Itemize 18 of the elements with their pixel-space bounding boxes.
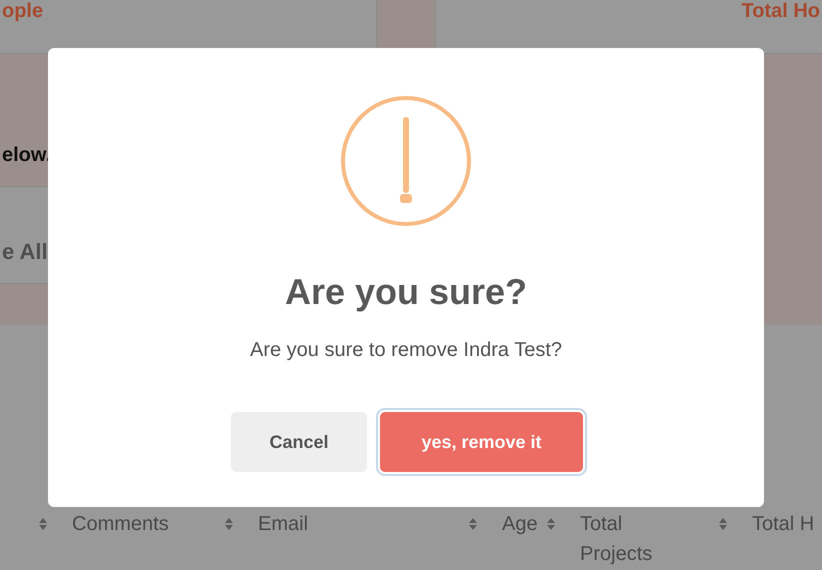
- column-header: Total H: [752, 512, 814, 537]
- card-heading: ople: [2, 0, 44, 22]
- dialog-message: Are you sure to remove Indra Test?: [250, 338, 562, 362]
- warning-icon: [340, 95, 472, 227]
- column-header: Email: [258, 512, 308, 537]
- sort-icon[interactable]: [546, 516, 556, 532]
- sort-icon[interactable]: [224, 516, 234, 532]
- column-header: Total Projects: [580, 512, 654, 567]
- sort-icon[interactable]: [38, 516, 48, 532]
- column-header: Age: [502, 512, 538, 537]
- card-heading: Total Ho: [741, 0, 820, 22]
- confirm-button[interactable]: yes, remove it: [380, 412, 583, 472]
- sort-icon[interactable]: [718, 516, 728, 532]
- dialog-title: Are you sure?: [284, 271, 528, 313]
- cancel-button[interactable]: Cancel: [231, 412, 367, 472]
- column-header: Comments: [72, 512, 169, 537]
- sort-icon[interactable]: [468, 516, 478, 532]
- instruction-text: elow.: [2, 144, 52, 167]
